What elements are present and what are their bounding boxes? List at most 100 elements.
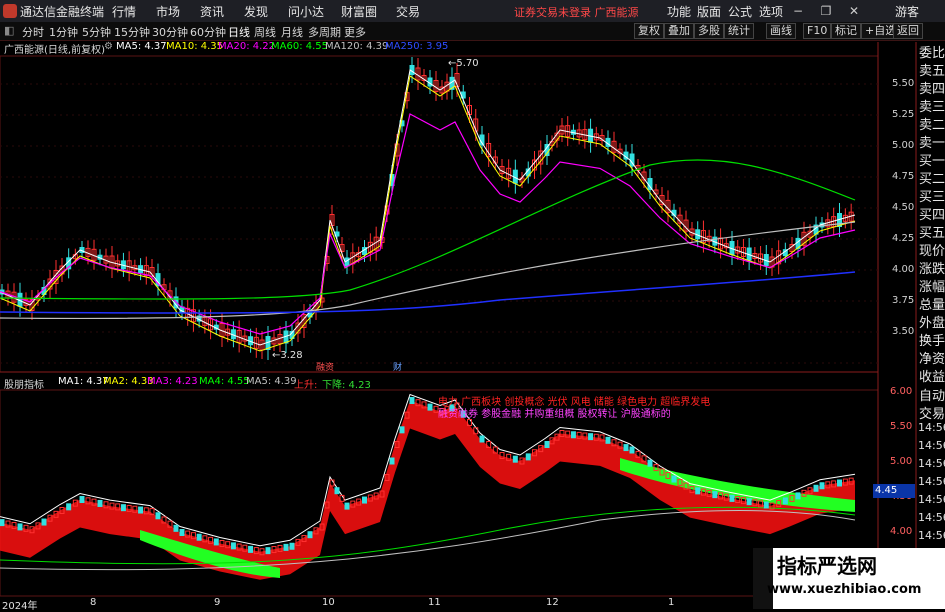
sidebar-item[interactable]: 买四	[919, 204, 945, 223]
current-value-marker: 4.45	[873, 484, 915, 498]
period-15min[interactable]: 15分钟	[114, 24, 150, 40]
menu-formula[interactable]: 公式	[728, 3, 752, 20]
watermark-logo-icon	[753, 548, 773, 609]
title-bar: 通达信金融终端 行情 市场 资讯 发现 问小达 财富圈 交易 证券交易未登录 广…	[0, 0, 945, 23]
y-tick: 5.00	[892, 140, 915, 151]
minimize-icon[interactable]: −	[790, 3, 806, 19]
sidebar-item[interactable]: 卖四	[919, 78, 945, 97]
period-timeshare[interactable]: 分时	[22, 24, 44, 40]
y-tick: 5.50	[892, 78, 915, 89]
period-more[interactable]: 更多	[344, 24, 366, 40]
tick-time: 14:56	[918, 493, 945, 506]
mark-button[interactable]: 标记	[831, 23, 861, 39]
ma20-label: MA20: 4.22	[218, 41, 276, 52]
sidebar-item[interactable]: 买五	[919, 222, 945, 241]
guest-label[interactable]: 游客	[895, 3, 919, 20]
sidebar-item[interactable]: 卖二	[919, 114, 945, 133]
sidebar-item[interactable]: 自动	[919, 385, 945, 404]
menu-ask[interactable]: 问小达	[288, 3, 324, 20]
indicator-label: 股朋指标	[4, 380, 44, 391]
period-1min[interactable]: 1分钟	[49, 24, 78, 40]
sidebar-item[interactable]: 外盘	[919, 312, 945, 331]
collapse-icon[interactable]: ◧	[4, 24, 14, 37]
app-title: 通达信金融终端	[20, 5, 105, 19]
sidebar-item[interactable]: 买二	[919, 168, 945, 187]
menu-discover[interactable]: 发现	[244, 3, 268, 20]
sidebar-item[interactable]: 净资	[919, 348, 945, 367]
menu-fortune[interactable]: 财富圈	[341, 3, 377, 20]
x-tick: 12	[546, 597, 559, 608]
stats-button[interactable]: 统计	[724, 23, 754, 39]
f10-button[interactable]: F10	[803, 23, 832, 39]
restore-rights-button[interactable]: 复权	[634, 23, 664, 39]
ma10-label: MA10: 4.35	[166, 41, 224, 52]
period-weekly[interactable]: 周线	[254, 24, 276, 40]
watermark-title: 指标严选网	[777, 554, 877, 578]
sidebar-item[interactable]: 交易	[919, 403, 945, 422]
period-toolbar: ◧ 分时 1分钟 5分钟 15分钟 30分钟 60分钟 日线 周线 月线 多周期…	[0, 22, 945, 41]
ind-ma5-label: MA5: 4.39	[246, 376, 297, 387]
ma5-label: MA5: 4.37	[116, 41, 167, 52]
menu-quotes[interactable]: 行情	[112, 3, 136, 20]
menu-market[interactable]: 市场	[156, 3, 180, 20]
menu-options[interactable]: 选项	[759, 3, 783, 20]
x-tick: 11	[428, 597, 441, 608]
y-tick: 4.75	[892, 171, 915, 182]
back-button[interactable]: 返回	[893, 23, 923, 39]
x-tick: 1	[668, 597, 675, 608]
x-tick: 9	[214, 597, 221, 608]
y-tick: 3.75	[892, 295, 915, 306]
overlay-button[interactable]: 叠加	[664, 23, 694, 39]
restore-icon[interactable]: ❐	[818, 3, 834, 19]
menu-layout[interactable]: 版面	[697, 3, 721, 20]
x-tick: 8	[90, 597, 97, 608]
tick-time: 14:56	[918, 475, 945, 488]
menu-trade[interactable]: 交易	[396, 3, 420, 20]
login-status[interactable]: 证券交易未登录 广西能源	[514, 4, 639, 20]
sidebar-item[interactable]: 买一	[919, 150, 945, 169]
sidebar-item[interactable]: 收益	[919, 366, 945, 385]
sidebar-item[interactable]: 换手	[919, 330, 945, 349]
sidebar-item[interactable]: 现价	[919, 240, 945, 259]
tick-time: 14:56	[918, 421, 945, 434]
sidebar-item[interactable]: 卖五	[919, 60, 945, 79]
menu-news[interactable]: 资讯	[200, 3, 224, 20]
period-30min[interactable]: 30分钟	[152, 24, 188, 40]
period-5min[interactable]: 5分钟	[82, 24, 111, 40]
sidebar-item[interactable]: 委比	[919, 42, 945, 61]
margin-flag[interactable]: 融资	[316, 360, 334, 373]
settings-icon[interactable]: ⚙	[104, 41, 113, 52]
period-monthly[interactable]: 月线	[281, 24, 303, 40]
y-tick: 4.00	[892, 264, 915, 275]
ma250-label: MA250: 3.95	[385, 41, 449, 52]
sidebar-item[interactable]: 卖一	[919, 132, 945, 151]
sidebar-item[interactable]: 买三	[919, 186, 945, 205]
sidebar-item[interactable]: 涨幅	[919, 276, 945, 295]
ind-ma3-label: MA3: 4.23	[147, 376, 198, 387]
period-daily[interactable]: 日线	[228, 24, 250, 40]
sidebar-item[interactable]: 卖三	[919, 96, 945, 115]
draw-line-button[interactable]: 画线	[766, 23, 796, 39]
sidebar-item[interactable]: 涨跌	[919, 258, 945, 277]
ind-ma4-label: MA4: 4.55	[199, 376, 250, 387]
finance-flag[interactable]: 财	[393, 360, 402, 373]
app-logo-icon	[3, 4, 17, 18]
tick-time: 14:56	[918, 529, 945, 542]
period-60min[interactable]: 60分钟	[190, 24, 226, 40]
ind-y-tick: 6.00	[890, 386, 913, 397]
tick-time: 14:56	[918, 457, 945, 470]
y-tick: 3.50	[892, 326, 915, 337]
y-tick: 5.25	[892, 109, 915, 120]
menu-function[interactable]: 功能	[667, 3, 691, 20]
multi-stock-button[interactable]: 多股	[694, 23, 724, 39]
ind-y-tick: 4.00	[890, 526, 913, 537]
sidebar-item[interactable]: 总量	[919, 294, 945, 313]
period-multi[interactable]: 多周期	[308, 24, 341, 40]
chart-label: 广西能源(日线,前复权)	[4, 45, 105, 56]
high-price-label: ←5.70	[448, 58, 479, 69]
y-tick: 4.50	[892, 202, 915, 213]
kline-chart[interactable]	[0, 0, 945, 609]
close-icon[interactable]: ✕	[846, 3, 862, 19]
x-tick: 10	[322, 597, 335, 608]
watermark: 指标严选网 www.xuezhibiao.com	[753, 548, 945, 609]
